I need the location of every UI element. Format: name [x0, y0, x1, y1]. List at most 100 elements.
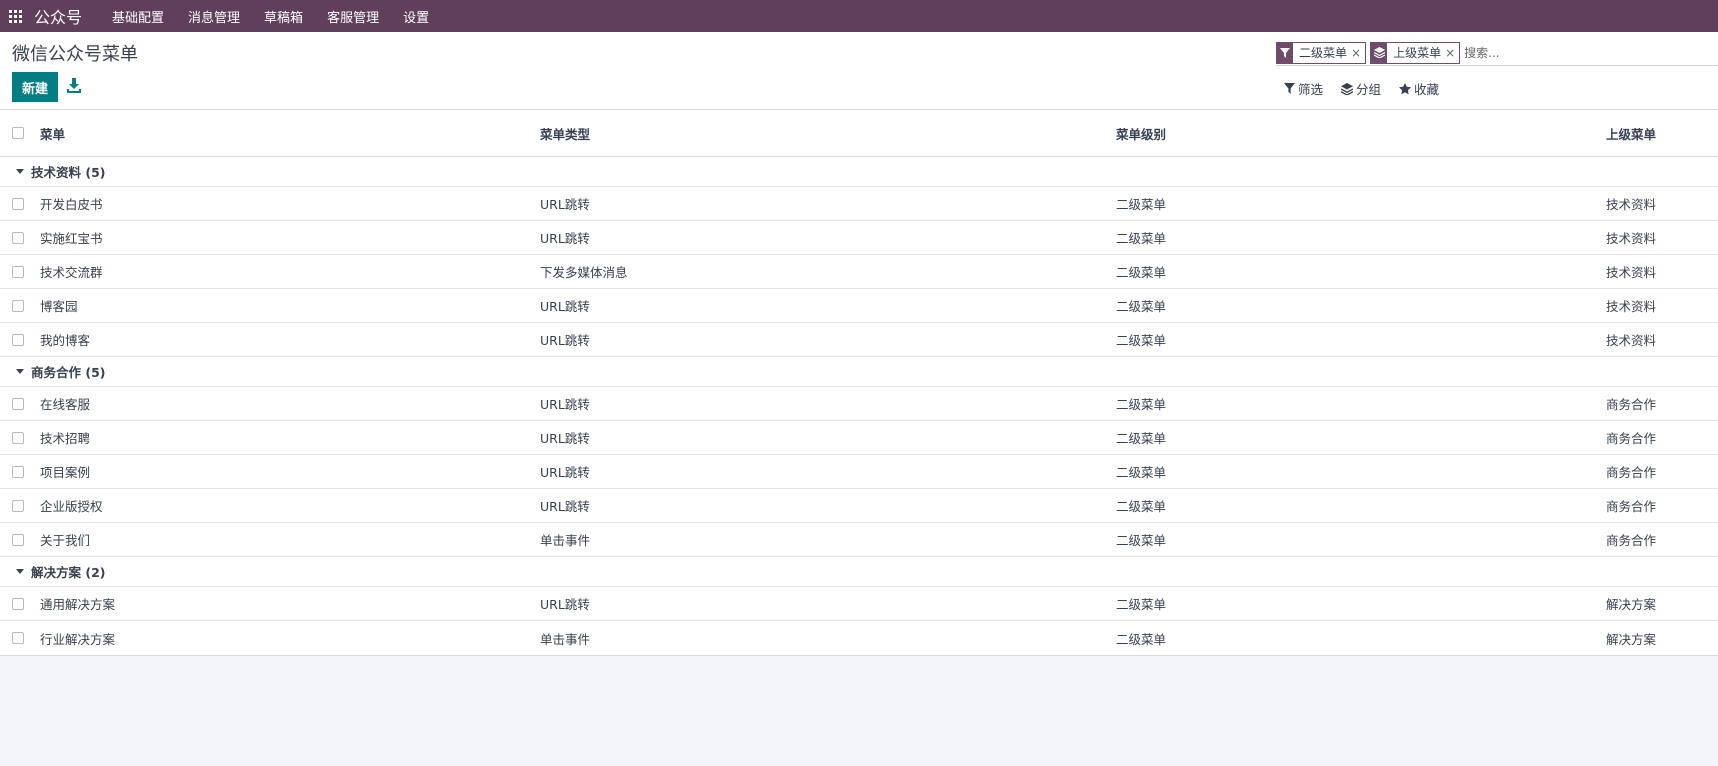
group-by-button[interactable]: 分组	[1341, 79, 1381, 98]
row-checkbox[interactable]	[12, 231, 24, 244]
table-header: 菜单 菜单类型 菜单级别 上级菜单	[0, 110, 1718, 157]
cell-menu-level: 二级菜单	[1116, 333, 1167, 348]
cell-menu-level: 二级菜单	[1116, 533, 1167, 548]
cell-parent-menu: 商务合作	[1605, 431, 1656, 446]
cell-menu: 行业解决方案	[40, 631, 116, 647]
group-row[interactable]: 技术资料 (5)	[0, 157, 1718, 187]
close-icon[interactable]: ×	[1445, 46, 1459, 60]
cell-parent-menu: 商务合作	[1605, 499, 1656, 514]
cell-parent-menu: 技术资料	[1605, 265, 1656, 280]
group-row[interactable]: 商务合作 (5)	[0, 357, 1718, 387]
table-row[interactable]: 开发白皮书 URL跳转 二级菜单 技术资料	[0, 187, 1718, 221]
caret-down-icon	[16, 169, 24, 174]
group-label: 技术资料 (5)	[31, 165, 106, 180]
column-header-menu[interactable]: 菜单	[40, 124, 65, 143]
cell-menu-level: 二级菜单	[1116, 197, 1167, 212]
cell-parent-menu: 商务合作	[1605, 397, 1656, 412]
cell-menu-level: 二级菜单	[1116, 631, 1167, 647]
facet-label: 上级菜单	[1393, 46, 1442, 60]
download-icon[interactable]	[67, 77, 81, 93]
table-row[interactable]: 企业版授权 URL跳转 二级菜单 商务合作	[0, 489, 1718, 523]
nav-item-basic-config[interactable]: 基础配置	[112, 7, 164, 26]
row-checkbox[interactable]	[12, 397, 24, 410]
column-header-parent-menu[interactable]: 上级菜单	[1606, 124, 1656, 143]
cell-menu: 技术招聘	[40, 431, 91, 446]
row-checkbox[interactable]	[12, 632, 24, 644]
favorites-label: 收藏	[1414, 82, 1440, 97]
filter-button[interactable]: 筛选	[1284, 79, 1323, 98]
table-row[interactable]: 行业解决方案 单击事件 二级菜单 解决方案	[0, 621, 1718, 655]
cell-menu: 技术交流群	[40, 265, 103, 280]
cell-menu-type: 单击事件	[540, 631, 591, 647]
select-all-checkbox[interactable]	[12, 127, 24, 139]
nav-item-drafts[interactable]: 草稿箱	[264, 7, 303, 26]
nav-item-message-management[interactable]: 消息管理	[188, 7, 240, 26]
menu-list-table: 菜单 菜单类型 菜单级别 上级菜单 技术资料 (5) 开发白皮书 URL跳转 二…	[0, 110, 1718, 656]
group-row[interactable]: 解决方案 (2)	[0, 557, 1718, 587]
row-checkbox[interactable]	[12, 465, 24, 478]
table-row[interactable]: 技术招聘 URL跳转 二级菜单 商务合作	[0, 421, 1718, 455]
cell-menu-type: URL跳转	[540, 397, 590, 412]
cell-menu-type: URL跳转	[540, 597, 590, 612]
search-options: 筛选 分组 收藏	[1284, 79, 1457, 98]
cell-parent-menu: 技术资料	[1605, 231, 1656, 246]
column-header-menu-level[interactable]: 菜单级别	[1116, 124, 1166, 143]
cell-menu: 通用解决方案	[40, 597, 116, 612]
star-icon	[1399, 82, 1412, 94]
cell-menu-level: 二级菜单	[1116, 231, 1167, 246]
group-label: 解决方案 (2)	[31, 565, 106, 580]
cell-menu-type: 单击事件	[540, 533, 591, 548]
row-checkbox[interactable]	[12, 333, 24, 346]
row-checkbox[interactable]	[12, 265, 24, 278]
table-row[interactable]: 博客园 URL跳转 二级菜单 技术资料	[0, 289, 1718, 323]
cell-parent-menu: 商务合作	[1605, 533, 1656, 548]
cell-menu: 关于我们	[40, 533, 91, 548]
app-grid-icon[interactable]	[0, 0, 30, 32]
search-input[interactable]	[1464, 45, 1615, 60]
cell-parent-menu: 技术资料	[1605, 299, 1656, 314]
row-checkbox[interactable]	[12, 533, 24, 546]
row-checkbox[interactable]	[12, 299, 24, 312]
table-row[interactable]: 我的博客 URL跳转 二级菜单 技术资料	[0, 323, 1718, 357]
row-checkbox[interactable]	[12, 431, 24, 444]
cell-menu: 实施红宝书	[40, 231, 103, 246]
facet-label: 二级菜单	[1299, 46, 1348, 60]
cell-menu-type: URL跳转	[540, 231, 590, 246]
table-row[interactable]: 在线客服 URL跳转 二级菜单 商务合作	[0, 387, 1718, 421]
cell-parent-menu: 商务合作	[1605, 465, 1656, 480]
page-title: 微信公众号菜单	[12, 44, 138, 65]
cell-parent-menu: 技术资料	[1605, 333, 1656, 348]
table-row[interactable]: 实施红宝书 URL跳转 二级菜单 技术资料	[0, 221, 1718, 255]
filter-icon	[1277, 42, 1293, 63]
layers-icon	[1371, 42, 1388, 63]
favorites-button[interactable]: 收藏	[1399, 79, 1439, 98]
table-row[interactable]: 通用解决方案 URL跳转 二级菜单 解决方案	[0, 587, 1718, 621]
column-header-menu-type[interactable]: 菜单类型	[540, 124, 590, 143]
app-brand[interactable]: 公众号	[34, 4, 82, 28]
cell-menu: 企业版授权	[40, 499, 103, 514]
nav-item-settings[interactable]: 设置	[403, 7, 429, 26]
cell-menu-level: 二级菜单	[1116, 499, 1167, 514]
row-checkbox[interactable]	[12, 197, 24, 210]
table-row[interactable]: 关于我们 单击事件 二级菜单 商务合作	[0, 523, 1718, 557]
table-row[interactable]: 项目案例 URL跳转 二级菜单 商务合作	[0, 455, 1718, 489]
cell-menu-level: 二级菜单	[1116, 597, 1167, 612]
nav-item-customer-service[interactable]: 客服管理	[327, 7, 379, 26]
search-facet-parent[interactable]: 上级菜单 ×	[1370, 41, 1461, 64]
new-button[interactable]: 新建	[12, 72, 58, 102]
top-navbar: 公众号 基础配置 消息管理 草稿箱 客服管理 设置	[0, 0, 1718, 32]
cell-menu-type: 下发多媒体消息	[540, 265, 628, 280]
caret-down-icon	[16, 569, 24, 574]
table-row[interactable]: 技术交流群 下发多媒体消息 二级菜单 技术资料	[0, 255, 1718, 289]
layers-icon	[1341, 82, 1354, 95]
cell-menu-level: 二级菜单	[1116, 397, 1167, 412]
row-checkbox[interactable]	[12, 597, 24, 610]
row-checkbox[interactable]	[12, 499, 24, 512]
close-icon[interactable]: ×	[1351, 46, 1365, 60]
cell-menu-level: 二级菜单	[1116, 265, 1167, 280]
cell-menu-type: URL跳转	[540, 299, 590, 314]
cell-menu-level: 二级菜单	[1116, 299, 1167, 314]
control-panel: 微信公众号菜单 新建 二级菜单 × 上级菜单 × 筛选 分组	[0, 32, 1718, 110]
group-by-label: 分组	[1356, 82, 1382, 97]
search-facet-level[interactable]: 二级菜单 ×	[1276, 41, 1367, 64]
